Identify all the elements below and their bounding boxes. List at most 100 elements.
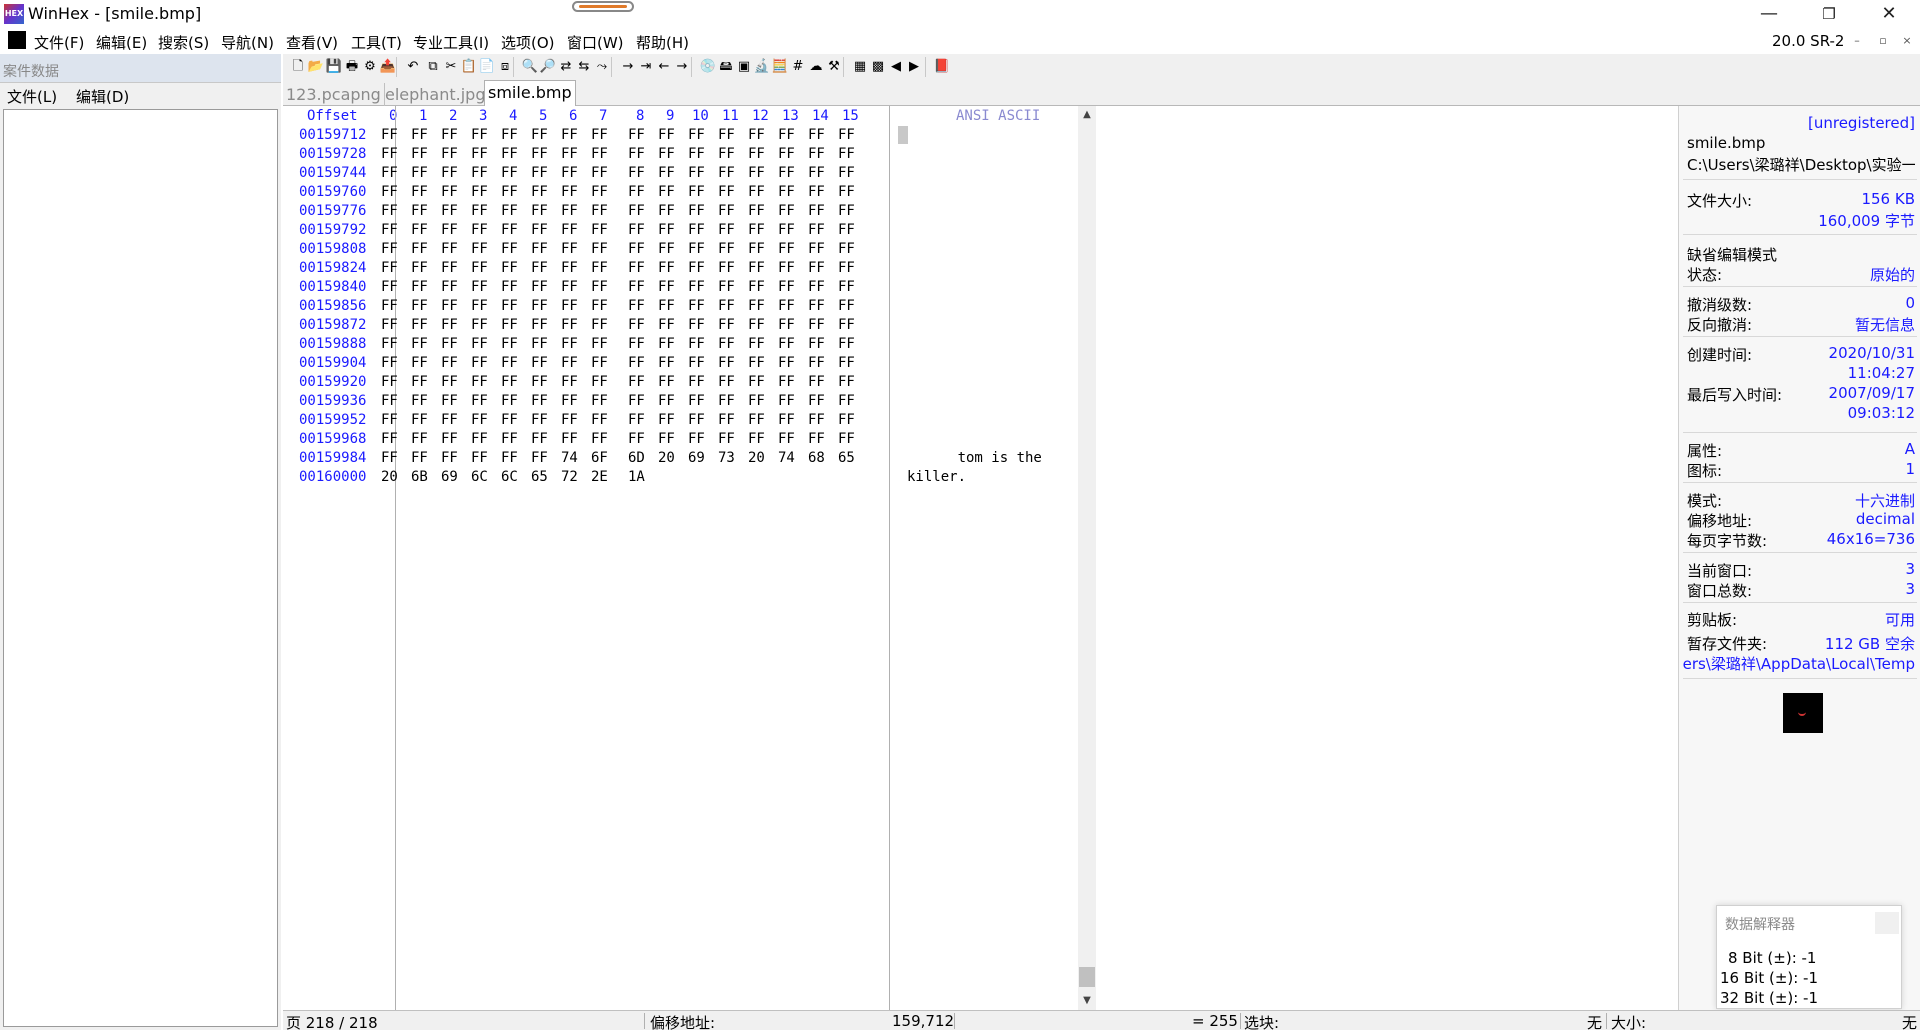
hex-byte[interactable]: FF xyxy=(441,184,458,200)
hex-byte[interactable]: FF xyxy=(441,260,458,276)
hex-byte[interactable]: FF xyxy=(688,412,705,428)
hex-byte[interactable]: FF xyxy=(441,203,458,219)
hex-byte[interactable]: FF xyxy=(561,431,578,447)
hex-byte[interactable]: FF xyxy=(531,279,548,295)
hex-byte[interactable]: FF xyxy=(411,165,428,181)
hex-byte[interactable]: FF xyxy=(748,298,765,314)
open-disk-icon[interactable]: 💿 xyxy=(699,58,717,76)
hex-byte[interactable]: FF xyxy=(531,317,548,333)
hex-byte[interactable]: FF xyxy=(718,412,735,428)
properties-icon[interactable]: ⚙ xyxy=(361,58,379,76)
hex-byte[interactable]: FF xyxy=(748,260,765,276)
disk-edit-icon[interactable]: 🖴 xyxy=(717,58,735,76)
hex-byte[interactable]: FF xyxy=(688,317,705,333)
hex-byte[interactable]: FF xyxy=(441,146,458,162)
hex-byte[interactable]: FF xyxy=(748,355,765,371)
hex-byte[interactable]: FF xyxy=(808,241,825,257)
hex-byte[interactable]: FF xyxy=(501,336,518,352)
hex-byte[interactable]: FF xyxy=(591,355,608,371)
hex-byte[interactable]: FF xyxy=(658,355,675,371)
hex-byte[interactable]: FF xyxy=(838,355,855,371)
hex-byte[interactable]: FF xyxy=(808,222,825,238)
hex-byte[interactable]: FF xyxy=(411,203,428,219)
hex-byte[interactable]: FF xyxy=(411,374,428,390)
hex-byte[interactable]: FF xyxy=(561,184,578,200)
hex-byte[interactable]: FF xyxy=(441,317,458,333)
hex-byte[interactable]: FF xyxy=(838,412,855,428)
hex-byte[interactable]: FF xyxy=(531,165,548,181)
hex-byte[interactable]: 2E xyxy=(591,469,608,485)
hex-byte[interactable]: FF xyxy=(838,317,855,333)
hex-byte[interactable]: FF xyxy=(531,355,548,371)
hex-byte[interactable]: FF xyxy=(688,260,705,276)
cut-icon[interactable]: ✂ xyxy=(442,58,460,76)
hex-row[interactable]: 00159888 FF FF FF FF FF FF FF FF FF FF FF FF FF FF FF FF xyxy=(283,336,1183,355)
goto-offset-icon[interactable]: → xyxy=(619,58,637,76)
hex-byte[interactable]: FF xyxy=(591,146,608,162)
analyze-icon[interactable]: 🔬 xyxy=(753,58,771,76)
hex-byte[interactable]: 72 xyxy=(561,469,578,485)
new-file-icon[interactable]: 🗋 xyxy=(289,58,307,76)
hex-byte[interactable]: FF xyxy=(501,222,518,238)
hex-row[interactable]: 00159824 FF FF FF FF FF FF FF FF FF FF FF FF FF FF FF FF xyxy=(283,260,1183,279)
hex-byte[interactable]: FF xyxy=(471,336,488,352)
hex-byte[interactable]: FF xyxy=(628,336,645,352)
hex-byte[interactable]: FF xyxy=(411,355,428,371)
goto-mark-icon[interactable]: ⇥ xyxy=(637,58,655,76)
hex-byte[interactable]: FF xyxy=(658,298,675,314)
ascii-text[interactable]: tom is the xyxy=(907,450,1079,466)
hex-byte[interactable]: 6F xyxy=(591,450,608,466)
hex-byte[interactable]: FF xyxy=(531,450,548,466)
mdi-minimize-button[interactable]: – xyxy=(1848,34,1866,50)
hex-byte[interactable]: FF xyxy=(501,260,518,276)
hex-byte[interactable]: FF xyxy=(808,203,825,219)
hex-byte[interactable]: FF xyxy=(808,336,825,352)
hex-row[interactable]: 00159744 FF FF FF FF FF FF FF FF FF FF FF FF FF FF FF FF xyxy=(283,165,1183,184)
hex-byte[interactable]: FF xyxy=(381,450,398,466)
hex-byte[interactable]: FF xyxy=(501,393,518,409)
hex-byte[interactable]: FF xyxy=(501,298,518,314)
hex-byte[interactable]: FF xyxy=(778,412,795,428)
cloud-icon[interactable]: ☁ xyxy=(807,58,825,76)
export-icon[interactable]: 📤 xyxy=(379,58,397,76)
hex-vertical-scrollbar[interactable]: ▲ ▼ xyxy=(1078,106,1096,1010)
hex-byte[interactable]: FF xyxy=(381,165,398,181)
hex-byte[interactable]: FF xyxy=(628,146,645,162)
hex-byte[interactable]: FF xyxy=(441,450,458,466)
menu-tools[interactable]: 工具(T) xyxy=(351,32,402,53)
hex-byte[interactable]: FF xyxy=(688,184,705,200)
hex-byte[interactable]: FF xyxy=(718,279,735,295)
hex-byte[interactable]: FF xyxy=(381,127,398,143)
hex-row[interactable]: 00159712 FF FF FF FF FF FF FF FF FF FF FF FF FF FF FF FF xyxy=(283,127,1183,146)
hex-byte[interactable]: FF xyxy=(591,279,608,295)
hex-byte[interactable]: FF xyxy=(501,355,518,371)
hex-byte[interactable]: FF xyxy=(411,279,428,295)
hex-byte[interactable]: FF xyxy=(441,374,458,390)
hex-byte[interactable]: FF xyxy=(531,393,548,409)
ram-icon[interactable]: ▣ xyxy=(735,58,753,76)
menu-options[interactable]: 选项(O) xyxy=(501,32,555,53)
hex-byte[interactable]: FF xyxy=(718,355,735,371)
hex-byte[interactable]: FF xyxy=(718,336,735,352)
hex-byte[interactable]: FF xyxy=(748,203,765,219)
hex-byte[interactable]: FF xyxy=(628,374,645,390)
hex-byte[interactable]: FF xyxy=(748,393,765,409)
hex-byte[interactable]: FF xyxy=(718,165,735,181)
hex-byte[interactable]: FF xyxy=(471,355,488,371)
hex-byte[interactable]: FF xyxy=(628,127,645,143)
hex-byte[interactable]: FF xyxy=(531,241,548,257)
hex-byte[interactable]: FF xyxy=(501,279,518,295)
hex-byte[interactable]: FF xyxy=(441,127,458,143)
hex-row[interactable]: 00159760 FF FF FF FF FF FF FF FF FF FF FF FF FF FF FF FF xyxy=(283,184,1183,203)
hex-row[interactable]: 00159792 FF FF FF FF FF FF FF FF FF FF FF FF FF FF FF FF xyxy=(283,222,1183,241)
hex-byte[interactable]: FF xyxy=(748,279,765,295)
hex-byte[interactable]: FF xyxy=(441,279,458,295)
hex-byte[interactable]: FF xyxy=(501,127,518,143)
hex-byte[interactable]: FF xyxy=(718,431,735,447)
hex-byte[interactable]: FF xyxy=(718,222,735,238)
hex-byte[interactable]: FF xyxy=(658,241,675,257)
hex-byte[interactable]: FF xyxy=(658,165,675,181)
hex-byte[interactable]: FF xyxy=(688,203,705,219)
hex-byte[interactable]: FF xyxy=(688,393,705,409)
hex-byte[interactable]: FF xyxy=(718,298,735,314)
